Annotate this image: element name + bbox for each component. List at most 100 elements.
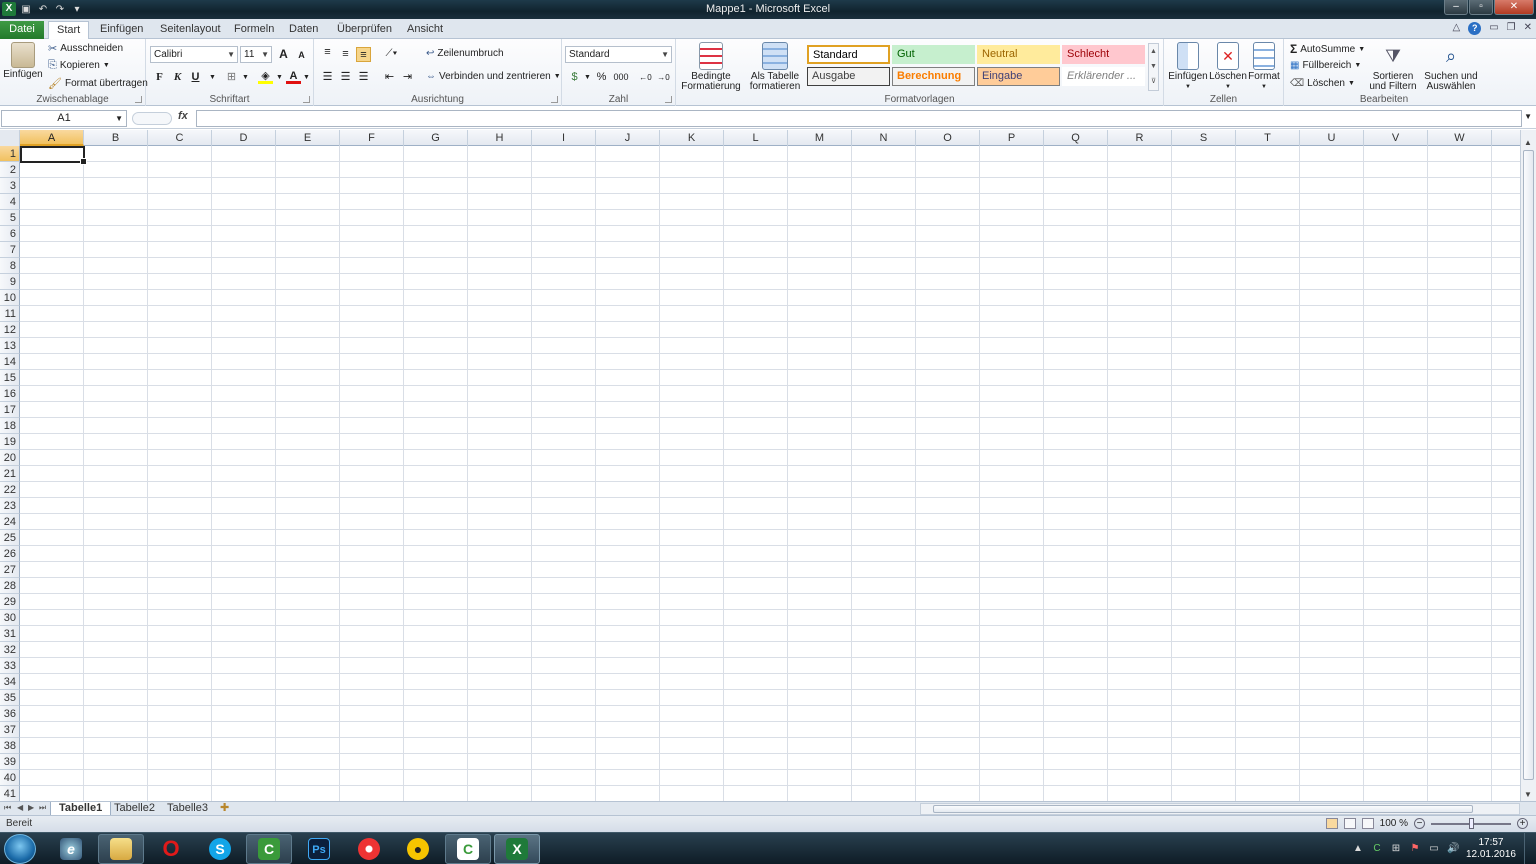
chevron-down-icon[interactable]: ▼ [238, 70, 253, 85]
windows-flag-icon[interactable]: ⊞ [1390, 843, 1402, 855]
vertical-scrollbar[interactable]: ▲ ▼ [1520, 130, 1536, 801]
row-header-29[interactable]: 29 [0, 594, 20, 610]
font-launcher-icon[interactable] [303, 96, 310, 103]
expand-formula-bar-icon[interactable]: ▼ [1524, 112, 1532, 121]
column-header-r[interactable]: R [1108, 130, 1172, 146]
row-header-1[interactable]: 1 [0, 146, 20, 162]
tab-formulas[interactable]: Formeln [226, 21, 282, 39]
row-header-3[interactable]: 3 [0, 178, 20, 194]
clipboard-launcher-icon[interactable] [135, 96, 142, 103]
bold-button[interactable]: F [152, 70, 167, 85]
start-button[interactable] [4, 834, 36, 864]
insert-sheet-icon[interactable]: ✚ [212, 802, 237, 816]
row-header-10[interactable]: 10 [0, 290, 20, 306]
zoom-slider[interactable] [1431, 817, 1511, 829]
clear-button[interactable]: ⌫ Löschen ▼ [1290, 78, 1355, 89]
taskbar-internet-explorer[interactable]: e [48, 834, 94, 864]
fill-color-icon[interactable]: ◈ [258, 69, 273, 84]
align-middle-icon[interactable]: ≡ [338, 47, 353, 62]
sheet-tab-tabelle1[interactable]: Tabelle1 [50, 802, 112, 816]
sort-filter-button[interactable]: ⧩ Sortieren und Filtern [1364, 42, 1422, 92]
taskbar-opera[interactable]: O [148, 834, 194, 864]
row-header-22[interactable]: 22 [0, 482, 20, 498]
tab-review[interactable]: Überprüfen [329, 21, 400, 39]
style-gut[interactable]: Gut [892, 45, 975, 64]
alignment-launcher-icon[interactable] [551, 96, 558, 103]
maximize-button[interactable]: ▫ [1469, 0, 1493, 15]
volume-icon[interactable]: 🔊 [1447, 843, 1459, 855]
row-header-34[interactable]: 34 [0, 674, 20, 690]
style-neutral[interactable]: Neutral [977, 45, 1060, 64]
row-header-41[interactable]: 41 [0, 786, 20, 801]
taskbar-camtasia[interactable]: C [246, 834, 292, 864]
column-header-e[interactable]: E [276, 130, 340, 146]
row-header-31[interactable]: 31 [0, 626, 20, 642]
row-header-4[interactable]: 4 [0, 194, 20, 210]
zoom-slider-knob[interactable] [1469, 817, 1474, 829]
row-header-40[interactable]: 40 [0, 770, 20, 786]
column-header-q[interactable]: Q [1044, 130, 1108, 146]
insert-cells-button[interactable]: Einfügen ▼ [1168, 42, 1208, 92]
normal-view-icon[interactable] [1325, 818, 1338, 829]
select-all-button[interactable] [0, 130, 20, 146]
grow-font-button[interactable]: A [276, 47, 291, 62]
column-header-k[interactable]: K [660, 130, 724, 146]
formula-input[interactable] [196, 110, 1522, 127]
row-header-36[interactable]: 36 [0, 706, 20, 722]
row-header-19[interactable]: 19 [0, 434, 20, 450]
orientation-icon[interactable]: ⟋▾ [384, 46, 399, 61]
column-header-u[interactable]: U [1300, 130, 1364, 146]
format-cells-button[interactable]: Format ▼ [1246, 42, 1282, 92]
row-header-26[interactable]: 26 [0, 546, 20, 562]
row-header-35[interactable]: 35 [0, 690, 20, 706]
sheet-tab-tabelle2[interactable]: Tabelle2 [106, 802, 163, 816]
taskbar-media-player[interactable] [346, 834, 392, 864]
align-center-icon[interactable]: ☰ [338, 70, 353, 85]
last-sheet-icon[interactable]: ⏭ [39, 803, 46, 813]
column-header-d[interactable]: D [212, 130, 276, 146]
style-schlecht[interactable]: Schlecht [1062, 45, 1145, 64]
number-launcher-icon[interactable] [665, 96, 672, 103]
taskbar-skype[interactable]: S [197, 834, 243, 864]
row-header-21[interactable]: 21 [0, 466, 20, 482]
column-header-l[interactable]: L [724, 130, 788, 146]
active-cell[interactable] [20, 146, 87, 165]
scroll-down-icon[interactable]: ▼ [1524, 790, 1532, 799]
tab-view[interactable]: Ansicht [399, 21, 451, 39]
italic-button[interactable]: K [170, 70, 185, 85]
row-header-6[interactable]: 6 [0, 226, 20, 242]
increase-indent-icon[interactable]: ⇥ [400, 70, 415, 85]
camtasia-tray-icon[interactable]: C [1371, 843, 1383, 855]
align-top-icon[interactable]: ≡ [320, 45, 335, 60]
zoom-in-icon[interactable]: + [1517, 818, 1528, 829]
name-box[interactable]: A1 ▼ [1, 110, 127, 127]
percent-button[interactable]: % [594, 70, 609, 85]
style-ausgabe[interactable]: Ausgabe [807, 67, 890, 86]
chevron-down-icon[interactable]: ▼ [205, 70, 220, 85]
page-layout-view-icon[interactable] [1343, 818, 1356, 829]
column-header-f[interactable]: F [340, 130, 404, 146]
row-header-39[interactable]: 39 [0, 754, 20, 770]
taskbar-excel[interactable]: X [494, 834, 540, 864]
doc-close-icon[interactable]: ✕ [1524, 22, 1532, 35]
column-header-t[interactable]: T [1236, 130, 1300, 146]
column-header-i[interactable]: I [532, 130, 596, 146]
row-header-18[interactable]: 18 [0, 418, 20, 434]
gallery-scroll[interactable]: ▲ ▼ ⊽ [1148, 43, 1159, 91]
chevron-down-icon[interactable]: ▼ [299, 70, 314, 85]
merge-center-button[interactable]: ⇔ Verbinden und zentrieren ▼ [426, 71, 561, 82]
network-icon[interactable]: ▭ [1428, 843, 1440, 855]
copy-button[interactable]: ⎘ Kopieren ▼ [48, 59, 110, 72]
increase-decimal-icon[interactable]: ←0 [638, 70, 653, 85]
row-header-16[interactable]: 16 [0, 386, 20, 402]
row-header-20[interactable]: 20 [0, 450, 20, 466]
column-header-g[interactable]: G [404, 130, 468, 146]
column-header-c[interactable]: C [148, 130, 212, 146]
column-header-o[interactable]: O [916, 130, 980, 146]
paste-button[interactable]: Einfügen [3, 42, 43, 80]
zoom-out-icon[interactable]: − [1414, 818, 1425, 829]
find-select-button[interactable]: ⌕ Suchen und Auswählen [1422, 42, 1480, 92]
zoom-level[interactable]: 100 % [1380, 818, 1408, 829]
horizontal-scrollbar[interactable] [920, 803, 1520, 815]
autosum-button[interactable]: Σ AutoSumme ▼ [1290, 42, 1365, 56]
